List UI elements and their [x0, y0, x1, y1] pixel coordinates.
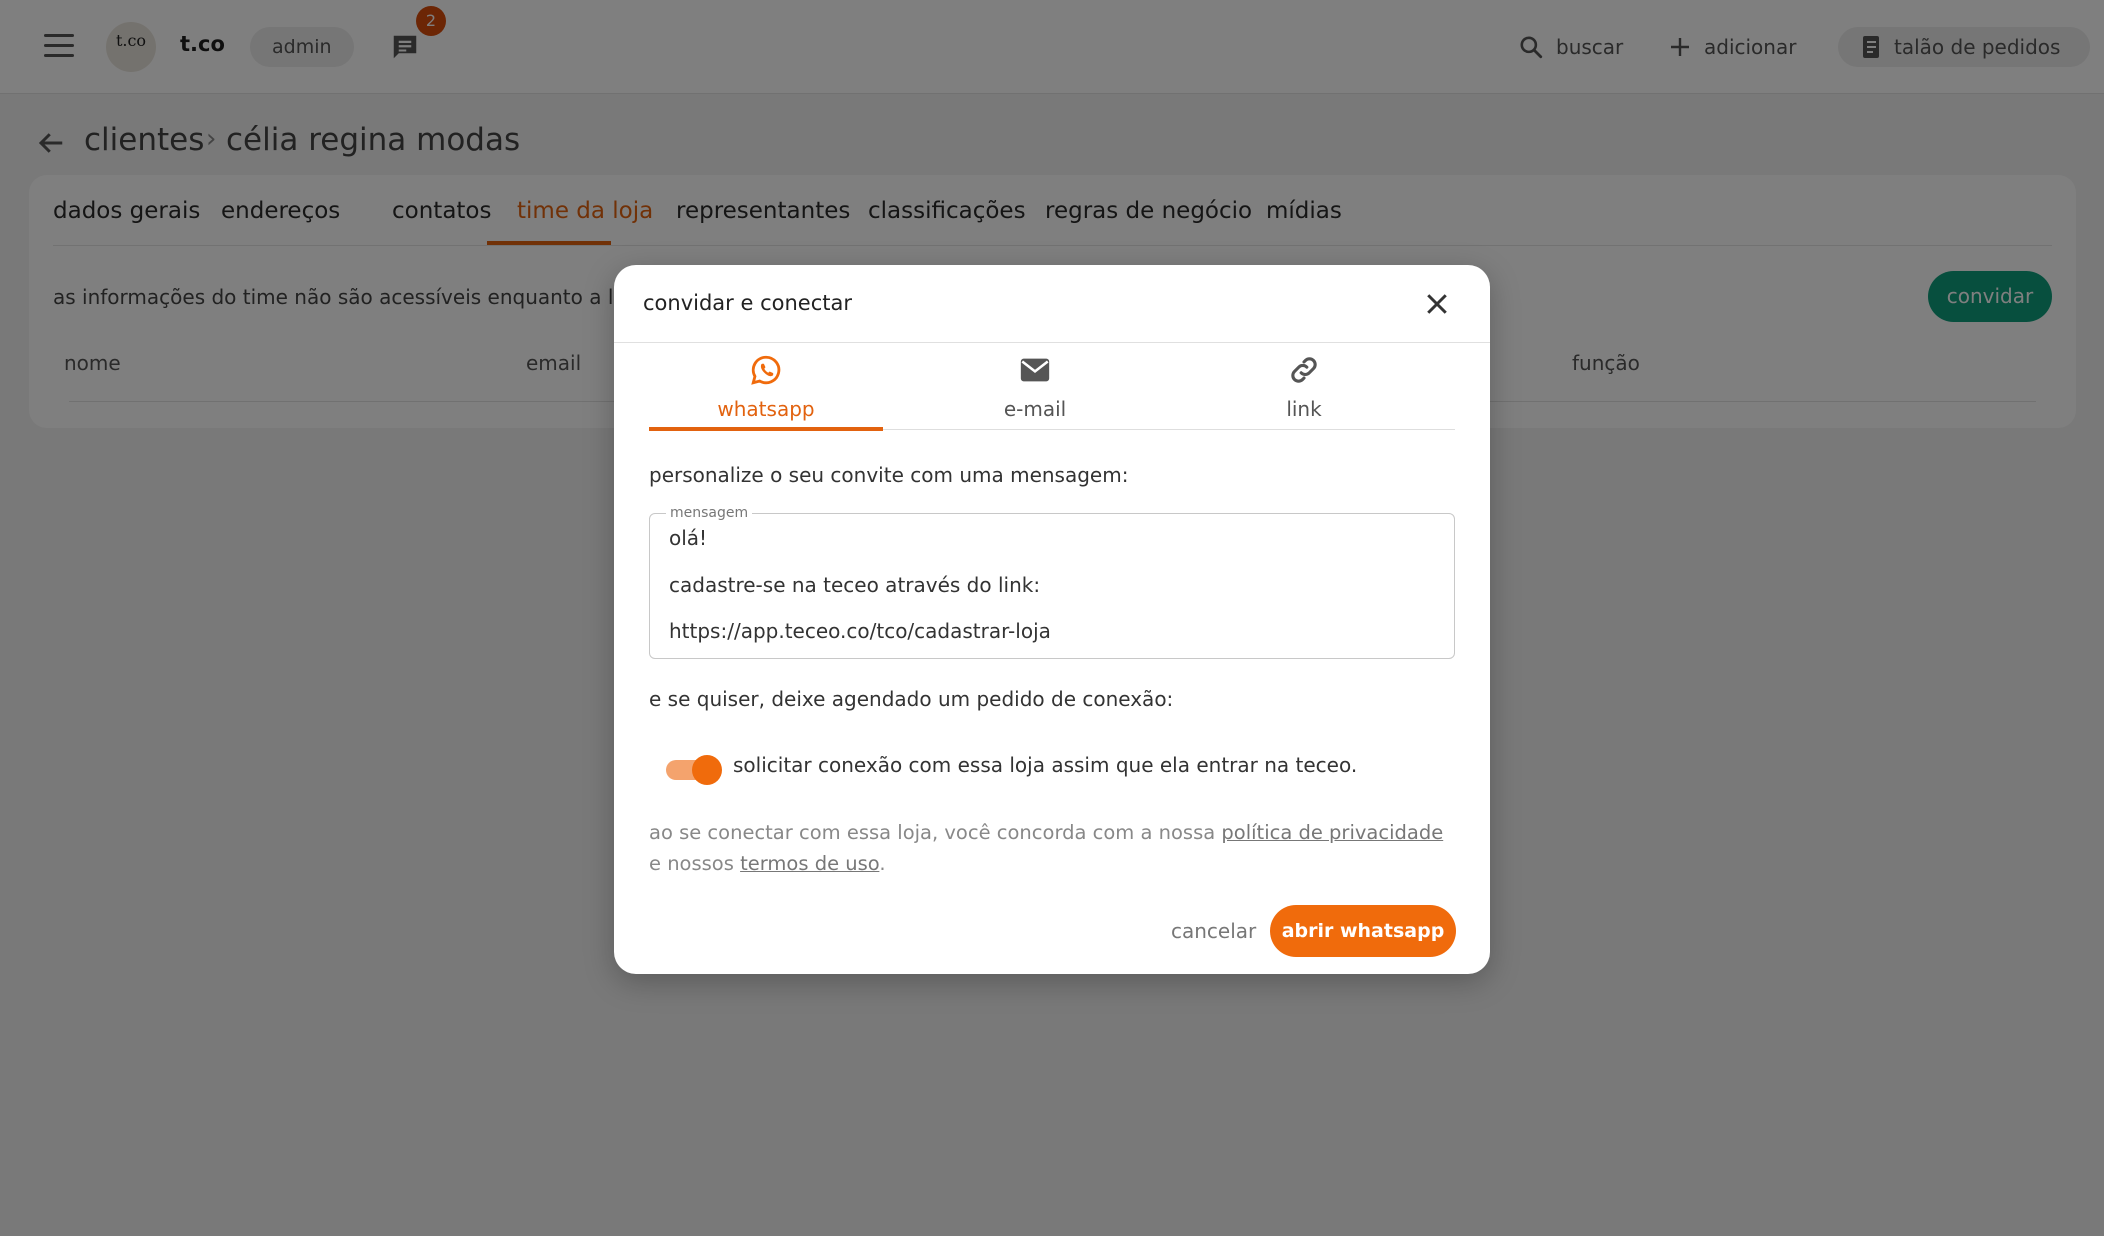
- tab-link[interactable]: link: [1187, 343, 1421, 430]
- tab-email[interactable]: e-mail: [918, 343, 1152, 430]
- message-line: cadastre-se na teceo através do link:: [669, 573, 1041, 597]
- message-prompt: personalize o seu convite com uma mensag…: [649, 463, 1129, 487]
- whatsapp-icon: [751, 355, 781, 385]
- toggle-thumb: [692, 755, 722, 785]
- legal-text: e nossos: [649, 852, 741, 875]
- connection-request-toggle[interactable]: [666, 752, 722, 786]
- legal-notice: ao se conectar com essa loja, você conco…: [649, 817, 1455, 879]
- tab-email-label: e-mail: [1003, 397, 1067, 421]
- invite-dialog: convidar e conectar whatsapp e-mail link…: [614, 265, 1490, 974]
- invite-channel-tabs: whatsapp e-mail link: [649, 343, 1455, 430]
- message-line: olá!: [669, 526, 708, 550]
- legal-text: .: [879, 852, 886, 875]
- toggle-label: solicitar conexão com essa loja assim qu…: [733, 753, 1358, 777]
- cancel-button[interactable]: cancelar: [1171, 919, 1256, 943]
- mail-icon: [1020, 358, 1050, 382]
- message-field-label: mensagem: [666, 505, 753, 521]
- schedule-prompt: e se quiser, deixe agendado um pedido de…: [649, 687, 1174, 711]
- terms-of-use-link[interactable]: termos de uso: [740, 852, 879, 875]
- tab-whatsapp[interactable]: whatsapp: [649, 343, 883, 430]
- active-channel-indicator: [649, 427, 883, 431]
- privacy-policy-link[interactable]: política de privacidade: [1221, 821, 1443, 844]
- link-icon: [1291, 357, 1317, 383]
- message-line: https://app.teceo.co/tco/cadastrar-loja: [669, 619, 1051, 643]
- open-whatsapp-button[interactable]: abrir whatsapp: [1270, 905, 1456, 957]
- dialog-title: convidar e conectar: [643, 291, 852, 315]
- legal-text: ao se conectar com essa loja, você conco…: [649, 821, 1222, 844]
- close-icon[interactable]: [1422, 289, 1452, 319]
- tab-whatsapp-label: whatsapp: [717, 397, 815, 421]
- message-textarea[interactable]: mensagem olá! cadastre-se na teceo atrav…: [649, 505, 1455, 659]
- tab-link-label: link: [1286, 397, 1322, 421]
